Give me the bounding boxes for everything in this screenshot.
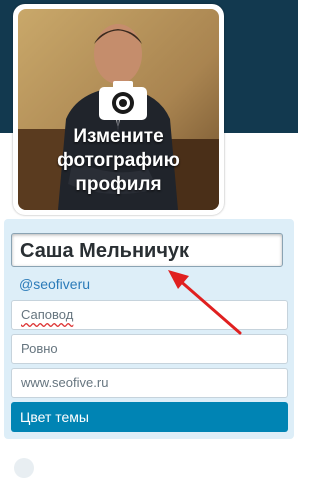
location-input[interactable]: Ровно <box>11 334 288 364</box>
website-input[interactable]: www.seofive.ru <box>11 368 288 398</box>
name-input[interactable]: Саша Мельничук <box>11 233 283 267</box>
theme-color-button[interactable]: Цвет темы <box>11 402 288 432</box>
camera-icon <box>99 81 147 120</box>
profile-photo[interactable]: Измените фотографию профиля <box>18 9 219 210</box>
bio-value: Саповод <box>21 307 74 322</box>
profile-photo-card[interactable]: Измените фотографию профиля <box>13 4 224 215</box>
bio-input[interactable]: Саповод <box>11 300 288 330</box>
change-photo-label: Измените фотографию профиля <box>57 126 180 195</box>
username-handle: @seofiveru <box>19 276 91 292</box>
avatar <box>14 458 34 478</box>
